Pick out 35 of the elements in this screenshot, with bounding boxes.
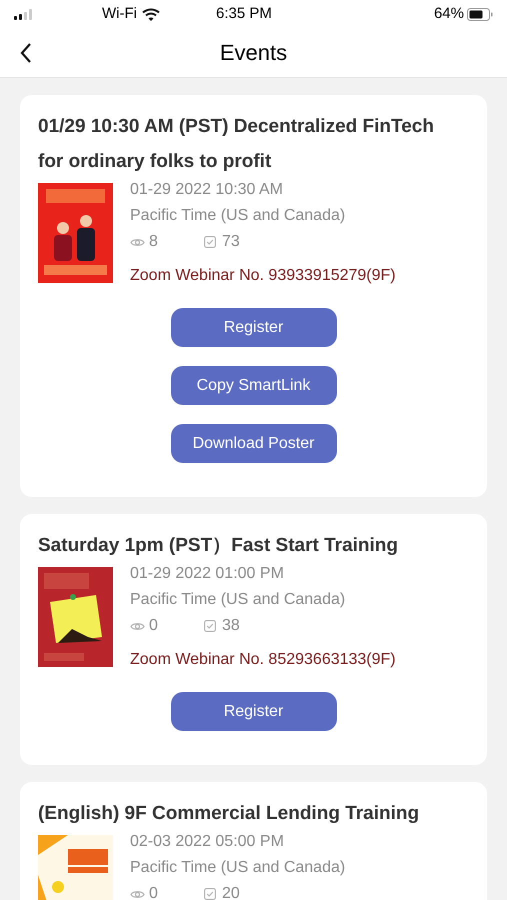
event-title: 01/29 10:30 AM (PST) Decentralized FinTech for ordinary folks to profit bbox=[38, 115, 435, 174]
event-date: 02-03 2022 05:00 PM bbox=[130, 832, 285, 852]
view-count: 0 bbox=[149, 616, 159, 636]
event-timezone: Pacific Time (US and Canada) bbox=[130, 206, 346, 226]
registration-count: 38 bbox=[222, 616, 240, 636]
webinar-number: Zoom Webinar No. 85293663133(9F) bbox=[130, 650, 396, 670]
webinar-number: Zoom Webinar No. 93933915279(9F) bbox=[130, 266, 396, 286]
eye-icon bbox=[130, 888, 145, 900]
status-time: 6:35 PM bbox=[216, 4, 272, 24]
wifi-icon bbox=[142, 8, 160, 20]
view-count: 8 bbox=[149, 232, 159, 252]
registration-count: 20 bbox=[222, 884, 240, 900]
carrier-label: Wi-Fi bbox=[102, 4, 137, 24]
event-timezone: Pacific Time (US and Canada) bbox=[130, 858, 346, 878]
action-button[interactable]: Download Poster bbox=[170, 424, 336, 463]
checkbox-icon bbox=[204, 888, 216, 900]
eye-icon bbox=[130, 236, 145, 248]
event-title: (English) 9F Commercial Lending Training bbox=[38, 802, 420, 826]
action-button[interactable]: Register bbox=[170, 308, 336, 347]
page-title: Events bbox=[220, 39, 288, 67]
view-count: 0 bbox=[149, 884, 159, 900]
registration-count: 73 bbox=[222, 232, 240, 252]
action-button[interactable]: Copy SmartLink bbox=[170, 366, 336, 405]
battery-icon bbox=[467, 8, 493, 20]
signal-icon bbox=[14, 8, 32, 20]
action-button[interactable]: Register bbox=[170, 692, 336, 731]
event-date: 01-29 2022 01:00 PM bbox=[130, 564, 285, 584]
event-title: Saturday 1pm (PST）Fast Start Training bbox=[38, 534, 400, 558]
eye-icon bbox=[130, 620, 145, 632]
checkbox-icon bbox=[204, 236, 216, 248]
back-icon bbox=[20, 43, 32, 63]
checkbox-icon bbox=[204, 620, 216, 632]
event-date: 01-29 2022 10:30 AM bbox=[130, 180, 284, 200]
event-timezone: Pacific Time (US and Canada) bbox=[130, 590, 346, 610]
battery-percent: 64% bbox=[434, 4, 464, 24]
